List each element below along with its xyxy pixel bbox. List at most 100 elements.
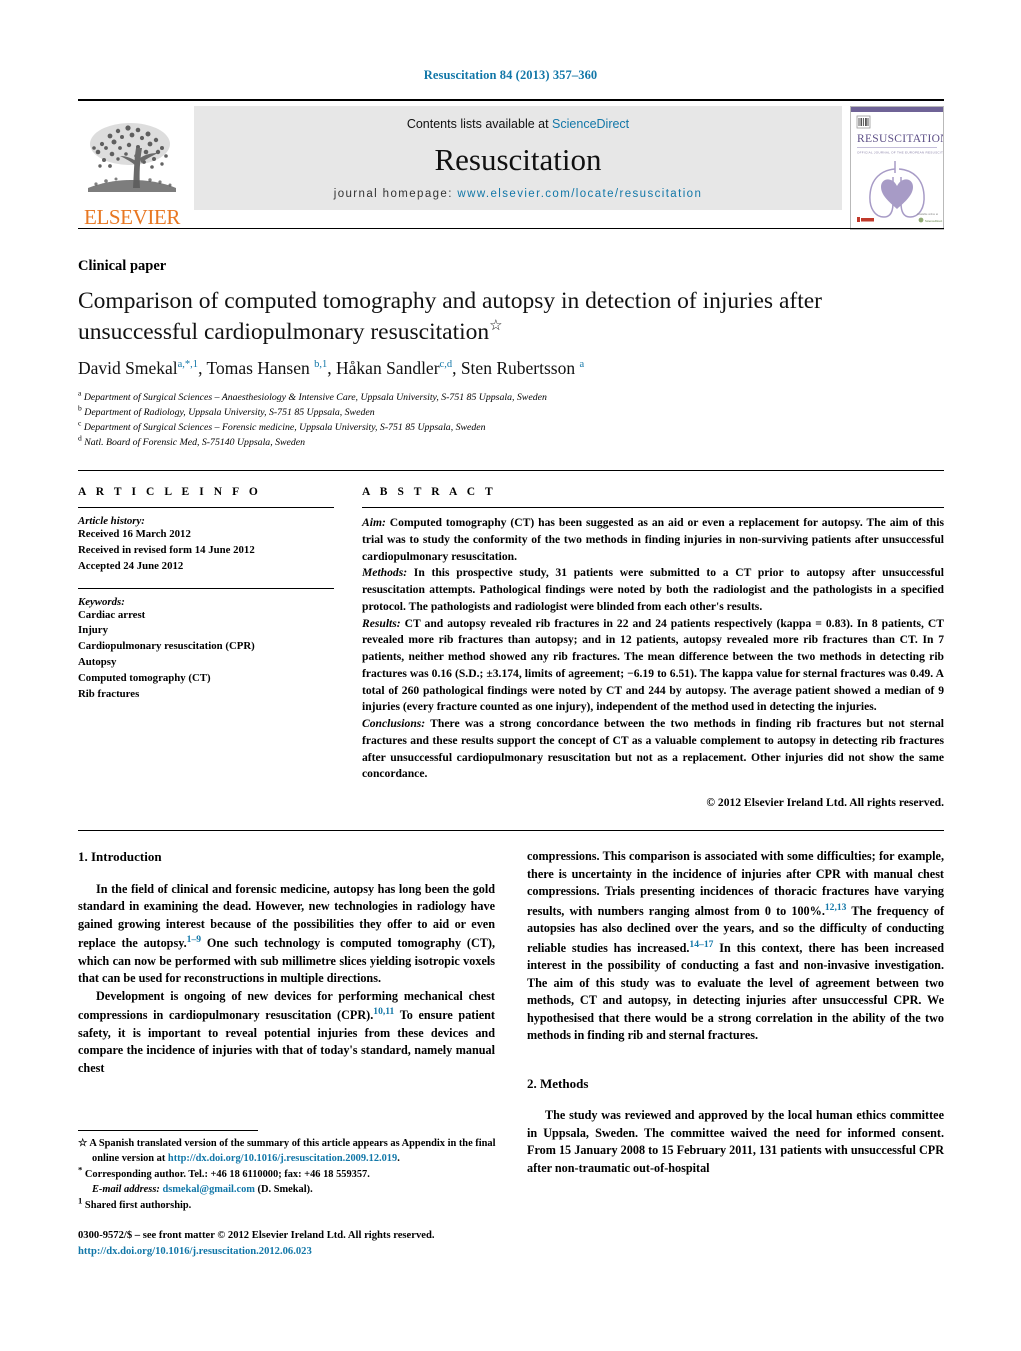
keyword-item: Injury — [78, 624, 108, 637]
affiliation-marker: a — [78, 388, 82, 398]
section-heading-methods: 2. Methods — [527, 1075, 589, 1091]
abstract-methods-label: Methods: — [362, 566, 408, 580]
abstract-conclusions-text: There was a strong concordance between t… — [362, 717, 944, 781]
journal-cover-art: RESUSCITATION OFFICIAL JOURNAL OF THE EU… — [851, 107, 943, 229]
footnote-block: ☆ A Spanish translated version of the su… — [78, 1137, 498, 1215]
abstract-aim: Aim: Computed tomography (CT) has been s… — [362, 515, 944, 565]
svg-text:OFFICIAL JOURNAL OF THE EUROPE: OFFICIAL JOURNAL OF THE EUROPEAN RESUSCI… — [857, 151, 943, 155]
citation-ref-12-13[interactable]: 12,13 — [825, 902, 847, 913]
svg-text:Available online at: Available online at — [917, 212, 938, 216]
masthead-bottom-rule — [78, 228, 944, 229]
intro-p2-cont-part-c: In this context, there has been increase… — [527, 940, 944, 1043]
footnote-shared-text: Shared first authorship. — [82, 1200, 192, 1212]
homepage-prefix: journal homepage: — [333, 188, 458, 200]
affiliation-marker: b — [78, 403, 82, 413]
email-suffix: (D. Smekal). — [254, 1184, 313, 1196]
keyword-item: Autopsy — [78, 656, 117, 669]
issn-line: 0300-9572/$ – see front matter © 2012 El… — [78, 1230, 435, 1241]
article-info-rule — [78, 507, 334, 508]
abstract-results-label: Results: — [362, 616, 401, 630]
abstract-conclusions-label: Conclusions: — [362, 717, 426, 730]
keywords-list: Cardiac arrest Injury Cardiopulmonary resu… — [78, 608, 334, 703]
paper-title-text: Comparison of computed tomography and au… — [78, 288, 822, 346]
issn-copyright-block: 0300-9572/$ – see front matter © 2012 El… — [78, 1228, 508, 1260]
article-info-column: A R T I C L E I N F O Article history: R… — [78, 486, 334, 703]
running-head: Resuscitation 84 (2013) 357–360 — [423, 68, 598, 82]
footnote-corresponding-author: * Corresponding author. Tel.: +46 18 611… — [78, 1165, 498, 1183]
article-history-item: Received 16 March 2012 — [78, 528, 191, 540]
affiliation-marker: d — [78, 433, 82, 443]
title-footnote-marker: ☆ — [489, 318, 503, 335]
footnote-corr-text: Corresponding author. Tel.: +46 18 61100… — [82, 1168, 370, 1180]
abstract-results: Results: CT and autopsy revealed rib fra… — [362, 616, 944, 717]
email-label: E-mail address: — [92, 1184, 160, 1196]
svg-text:RESUSCITATION: RESUSCITATION — [857, 133, 943, 145]
footnote-separator-rule — [78, 1130, 258, 1131]
abstract-rule — [362, 507, 944, 508]
intro-paragraph-2-continued: compressions. This comparison is associa… — [527, 848, 944, 1045]
affiliation-list: a Department of Surgical Sciences – Anae… — [78, 388, 944, 451]
keywords-rule — [78, 587, 334, 589]
journal-masthead: ELSEVIER Contents lists available at Sci… — [78, 99, 944, 230]
body-column-left: 1. Introduction In the field of clinical… — [78, 848, 495, 1077]
article-doi-link[interactable]: http://dx.doi.org/10.1016/j.resuscitatio… — [78, 1244, 508, 1260]
body-column-right: compressions. This comparison is associa… — [527, 848, 944, 1177]
email-link[interactable]: dsmekal@gmail.com — [162, 1184, 255, 1195]
abstract-aim-label: Aim: — [362, 516, 386, 529]
elsevier-logo: ELSEVIER — [78, 106, 186, 230]
article-history-item: Accepted 24 June 2012 — [78, 559, 184, 572]
footnote-shared-authorship: 1 Shared first authorship. — [78, 1196, 498, 1214]
abstract-column: A B S T R A C T Aim: Computed tomography… — [362, 486, 944, 812]
keyword-item: Cardiac arrest — [78, 608, 146, 621]
abstract-conclusions: Conclusions: There was a strong concorda… — [362, 716, 944, 783]
article-history-label: Article history: — [78, 515, 145, 527]
affiliation-marker: c — [78, 418, 82, 428]
page-title: Comparison of computed tomography and au… — [78, 286, 944, 349]
contents-prefix: Contents lists available at — [406, 117, 553, 131]
section-heading-introduction: 1. Introduction — [78, 849, 162, 864]
article-info-heading: A R T I C L E I N F O — [78, 486, 262, 498]
keywords-block: Keywords: Cardiac arrest Injury Cardiopulm… — [78, 587, 334, 703]
journal-cover-thumbnail: RESUSCITATION OFFICIAL JOURNAL OF THE EU… — [850, 106, 944, 230]
article-history-lines: Received 16 March 2012 Received in revise… — [78, 527, 334, 575]
elsevier-wordmark: ELSEVIER — [84, 205, 180, 229]
affiliation-line: d Natl. Board of Forensic Med, S-75140 U… — [78, 433, 306, 448]
affiliation-line: c Department of Surgical Sciences – Fore… — [78, 418, 486, 433]
appendix-doi-link[interactable]: http://dx.doi.org/10.1016/j.resuscitatio… — [168, 1153, 397, 1164]
keyword-item: Computed tomography (CT) — [78, 672, 211, 685]
paper-type-label: Clinical paper — [78, 258, 167, 274]
svg-text:ScienceDirect: ScienceDirect — [925, 219, 942, 223]
contents-available-line: Contents lists available at ScienceDirec… — [407, 117, 629, 131]
abstract-body: Aim: Computed tomography (CT) has been s… — [362, 515, 944, 812]
affiliation-line: b Department of Radiology, Uppsala Unive… — [78, 403, 375, 418]
keyword-item: Cardiopulmonary resuscitation (CPR) — [78, 640, 255, 653]
abstract-aim-text: Computed tomography (CT) has been sugges… — [362, 516, 944, 563]
article-history-item: Received in revised form 14 June 2012 — [78, 543, 255, 556]
citation-ref-14-17[interactable]: 14–17 — [689, 939, 713, 950]
citation-ref-1-9[interactable]: 1–9 — [187, 934, 201, 945]
journal-homepage-link[interactable]: www.elsevier.com/locate/resuscitation — [457, 188, 702, 200]
abstract-results-text: CT and autopsy revealed rib fractures in… — [362, 616, 944, 714]
affiliation-line: a Department of Surgical Sciences – Anae… — [78, 388, 547, 403]
footnote-email: E-mail address: dsmekal@gmail.com (D. Sm… — [78, 1183, 498, 1198]
methods-paragraph-1: The study was reviewed and approved by t… — [527, 1108, 944, 1175]
author-list: David Smekala,*,1, Tomas Hansen b,1, Håk… — [78, 358, 585, 378]
abstract-methods-text: In this prospective study, 31 patients w… — [362, 566, 944, 613]
citation-ref-10-11[interactable]: 10,11 — [373, 1006, 394, 1017]
keywords-label: Keywords: — [78, 595, 125, 608]
footnote-star-marker: ☆ — [78, 1138, 88, 1149]
intro-paragraph-1: In the field of clinical and forensic me… — [78, 881, 495, 988]
sciencedirect-link[interactable]: ScienceDirect — [552, 117, 629, 131]
journal-band: Contents lists available at ScienceDirec… — [194, 106, 842, 210]
footnote-star: ☆ A Spanish translated version of the su… — [78, 1137, 498, 1167]
abstract-block-bottom-rule — [78, 830, 944, 831]
intro-paragraph-2: Development is ongoing of new devices fo… — [78, 988, 495, 1078]
keyword-item: Rib fractures — [78, 687, 140, 700]
abstract-heading: A B S T R A C T — [362, 486, 497, 498]
abstract-copyright: © 2012 Elsevier Ireland Ltd. All rights … — [706, 796, 944, 809]
elsevier-tree-icon — [88, 123, 176, 192]
abstract-block-top-rule — [78, 470, 944, 471]
journal-article-page: Resuscitation 84 (2013) 357–360 ELSEVIER… — [0, 0, 1021, 1351]
journal-title: Resuscitation — [434, 142, 602, 177]
footnote-star-text-b: . — [397, 1152, 400, 1164]
